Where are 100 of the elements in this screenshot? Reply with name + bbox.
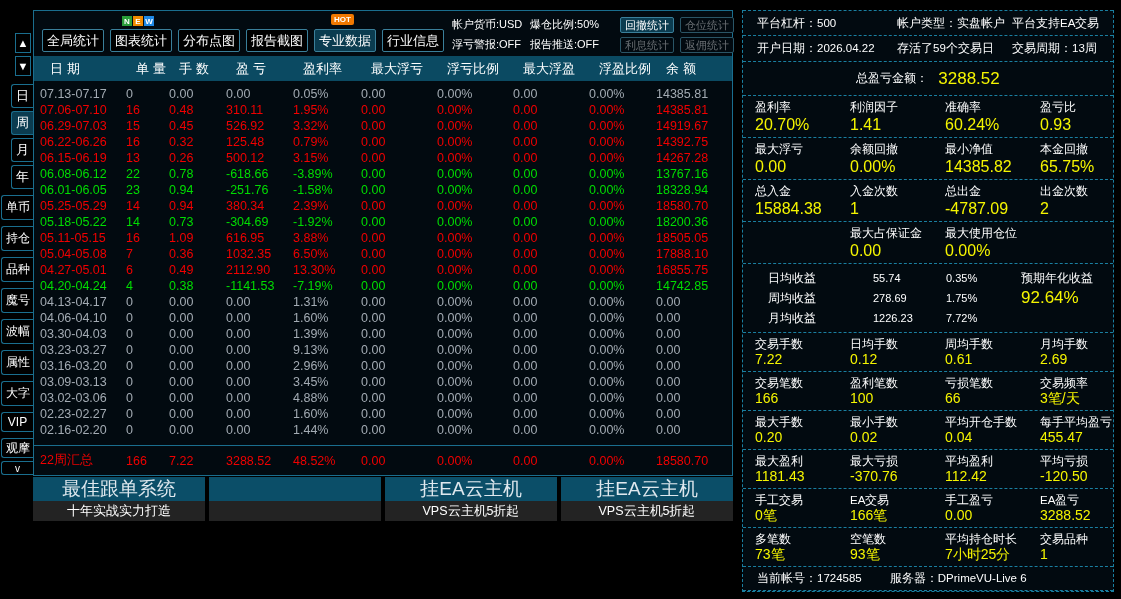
toolbar-button[interactable]: 专业数据 <box>314 29 376 52</box>
table-cell-text: 0.00 <box>656 375 682 389</box>
stat-label: 本金回撤 <box>1040 142 1089 158</box>
scroll-arrow-button[interactable]: ▼ <box>15 56 31 76</box>
stat-value: 3笔/天 <box>1040 390 1081 408</box>
table-cell-text: -7.19% <box>293 279 334 293</box>
table-cell-text: 0.00% <box>437 199 474 213</box>
ad-banner-subtitle[interactable]: 十年实战实力打造 <box>33 501 205 521</box>
table-cell-text: 0.00 <box>513 247 539 261</box>
table-cell-text: 07.06-07.10 <box>40 103 108 117</box>
hot-badge: HOT <box>331 14 354 25</box>
table-cell-text: 0.00% <box>589 167 626 181</box>
toolbar-button[interactable]: 行业信息 <box>382 29 444 52</box>
period-tab[interactable]: 月 <box>11 138 33 162</box>
toolbar-button[interactable]: 分布点图 <box>178 29 240 52</box>
stat-value: 0.02 <box>850 429 879 447</box>
table-cell-text: 04.06-04.10 <box>40 311 108 325</box>
table-cell-text: 0.00 <box>361 407 387 421</box>
table-cell-text: 14 <box>126 199 141 213</box>
table-cell-text: 0.00 <box>226 343 252 357</box>
table-cell-text: 2112.90 <box>226 263 272 277</box>
column-header: 余 额 <box>665 59 697 78</box>
period-tab[interactable]: 周 <box>11 111 33 135</box>
summary-cell-text: 0.00 <box>361 453 387 468</box>
account-detail: 存活了59个交易日 <box>897 41 995 57</box>
table-cell-text: 4 <box>126 279 134 293</box>
column-header: 单 量 <box>135 59 167 78</box>
stat-label: 平均开仓手数 <box>945 415 1018 430</box>
ad-banner-title[interactable]: 挂EA云主机 <box>561 477 733 501</box>
table-cell-text: 0.00% <box>437 423 474 437</box>
table-cell-text: -1.58% <box>293 183 334 197</box>
stat-value: 15884.38 <box>755 199 823 219</box>
view-tab[interactable]: 大字 <box>1 381 33 406</box>
table-cell-text: 1.60% <box>293 407 330 421</box>
period-tab[interactable]: 年 <box>11 165 33 189</box>
ad-banner-subtitle[interactable]: VPS云主机5折起 <box>561 501 733 521</box>
table-cell-text: 0.00 <box>513 263 539 277</box>
stat-value: 0.00 <box>945 507 974 525</box>
table-cell-text: 1.09 <box>169 231 195 245</box>
table-cell-text: 0.00 <box>361 359 387 373</box>
period-tab[interactable]: 日 <box>11 84 33 108</box>
table-cell-text: 0.00 <box>361 391 387 405</box>
table-cell-text: 02.23-02.27 <box>40 407 108 421</box>
table-cell-text: 0.49 <box>169 263 195 277</box>
stats-button[interactable]: 回撤统计 <box>620 16 674 33</box>
ad-banner-title[interactable]: 最佳跟单系统 <box>33 477 205 501</box>
table-cell-text: 0.00% <box>437 231 474 245</box>
stat-value: -4787.09 <box>945 199 1010 219</box>
table-cell-text: 0.00 <box>656 423 682 437</box>
stat-label: 最小手数 <box>850 415 899 430</box>
table-cell-text: 03.16-03.20 <box>40 359 108 373</box>
table-cell-text: 0.00% <box>437 343 474 357</box>
stat-value: 60.24% <box>945 115 1001 135</box>
table-cell-text: 3.15% <box>293 151 330 165</box>
table-cell-text: 0.00 <box>169 407 195 421</box>
table-cell-text: 0.00 <box>361 423 387 437</box>
view-tab[interactable]: 波幅 <box>1 319 33 344</box>
table-cell-text: 0.00% <box>437 103 474 117</box>
table-cell-text: 0.00 <box>513 343 539 357</box>
toolbar-button[interactable]: 全局统计 <box>42 29 104 52</box>
account-detail: 帐户类型：实盘帐户 <box>897 15 1006 31</box>
table-cell-text: 0.94 <box>169 183 195 197</box>
stat-value: 0.20 <box>755 429 784 447</box>
table-cell-text: 0.00 <box>361 103 387 117</box>
table-cell-text: 1.60% <box>293 311 330 325</box>
table-cell-text: 9.13% <box>293 343 330 357</box>
ad-banner-subtitle[interactable]: VPS云主机5折起 <box>385 501 557 521</box>
average-percent: 0.35% <box>946 272 979 285</box>
table-cell-text: 23 <box>126 183 141 197</box>
table-cell-text: 6.50% <box>293 247 330 261</box>
more-tab[interactable]: v <box>1 461 33 475</box>
table-cell-text: 6 <box>126 263 134 277</box>
table-cell-text: 500.12 <box>226 151 266 165</box>
stat-value: 2.69 <box>1040 351 1069 369</box>
table-cell-text: 0.78 <box>169 167 195 181</box>
table-cell-text: 7 <box>126 247 134 261</box>
view-tab[interactable]: 品种 <box>1 257 33 282</box>
average-label: 日均收益 <box>768 269 817 287</box>
view-tab[interactable]: 属性 <box>1 350 33 375</box>
table-cell-text: 05.25-05.29 <box>40 199 108 213</box>
table-cell-text: 16855.75 <box>656 263 710 277</box>
toolbar-button[interactable]: 报告截图 <box>246 29 308 52</box>
ad-banner-title[interactable]: 挂EA云主机 <box>385 477 557 501</box>
summary-cell-text: 0.00% <box>437 453 474 468</box>
table-cell-text: 0.00% <box>437 119 474 133</box>
table-cell-text: 0.00 <box>169 87 195 101</box>
view-tab[interactable]: 持仓 <box>1 226 33 251</box>
stat-label: 最小净值 <box>945 142 994 158</box>
toolbar-button[interactable]: 图表统计 <box>110 29 172 52</box>
table-cell-text: 0.00 <box>226 87 252 101</box>
view-tab[interactable]: 魔号 <box>1 288 33 313</box>
stat-value: 1 <box>850 199 860 219</box>
table-cell-text: 0.00% <box>437 375 474 389</box>
view-tab[interactable]: VIP <box>1 412 33 432</box>
scroll-arrow-button[interactable]: ▲ <box>15 33 31 53</box>
view-tab[interactable]: 观摩 <box>1 438 33 458</box>
table-cell-text: 0.00 <box>169 311 195 325</box>
total-value: 3288.52 <box>938 68 1000 89</box>
view-tab[interactable]: 单币 <box>1 195 33 220</box>
table-cell-text: 0.00% <box>589 391 626 405</box>
